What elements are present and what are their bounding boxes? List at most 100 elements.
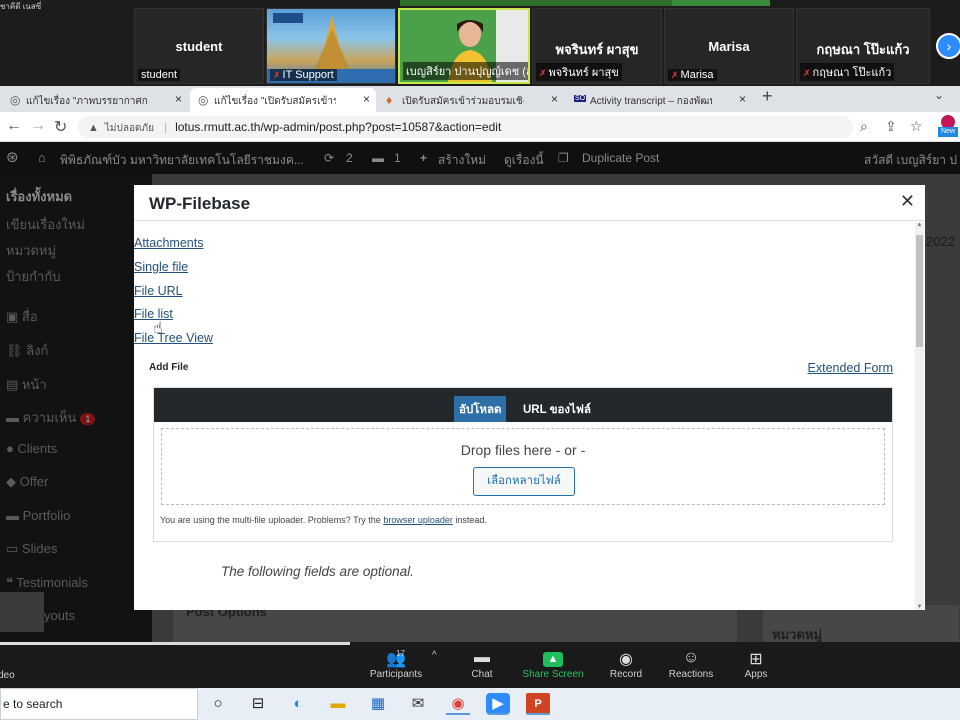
omnibox[interactable]: ▲ ไม่ปลอดภัย | lotus.rmutt.ac.th/wp-admin/p… (78, 116, 853, 138)
scroll-down-arrow-icon[interactable]: ▼ (915, 604, 924, 610)
menu-offer[interactable]: ◆ Offer (6, 474, 48, 490)
scroll-up-arrow-icon[interactable]: ▲ (915, 222, 924, 228)
drop-zone[interactable]: Drop files here - or - เลือกหลายไฟล์ (161, 428, 885, 505)
windows-taskbar: e to search ○ ⊟ ◐ ▬ ▦ ✉ ◉ ▶ P (0, 688, 960, 720)
lotus-favicon-icon: ♦ (386, 93, 393, 107)
slides-icon: ▭ (6, 541, 22, 556)
menu-pages[interactable]: ▤ หน้า (6, 374, 47, 395)
menu-comments[interactable]: ▬ ความเห็น 1 (6, 407, 96, 428)
participant-name: พจรินทร์ ผาสุข (555, 42, 639, 57)
browser-tab[interactable]: ♦ เปิดรับสมัครเข้าร่วมอบรมเชิงปฏิบัติการ… (378, 88, 564, 112)
record-button[interactable]: ◉ Record (606, 649, 646, 680)
video-control-label[interactable]: deo (0, 670, 15, 681)
zoom-app-icon[interactable]: ▶ (486, 693, 510, 715)
taskbar-search-box[interactable]: e to search (0, 688, 198, 720)
new-tab-plus-icon[interactable]: + (762, 86, 773, 107)
chat-button[interactable]: ▬ Chat (466, 649, 498, 680)
modal-scrollbar[interactable]: ▲ ▼ (915, 222, 924, 610)
apps-button[interactable]: ⊞ Apps (740, 649, 772, 680)
close-tab-icon[interactable]: × (739, 92, 746, 106)
mail-icon[interactable]: ✉ (406, 693, 430, 715)
microsoft-store-icon[interactable]: ▦ (366, 693, 390, 715)
participant-tile-video[interactable]: ✗ IT Support (266, 8, 396, 84)
participant-tile[interactable]: กฤษณา โป๊ะแก้ว ✗ กฤษณา โป๊ะแก้ว (796, 8, 930, 84)
reactions-button[interactable]: ☺ Reactions (666, 649, 716, 680)
admin-view-link[interactable]: ดูเรื่องนี้ (504, 151, 544, 170)
task-view-icon[interactable]: ⊟ (246, 693, 270, 715)
media-icon: ▣ (6, 309, 22, 324)
menu-testimonials[interactable]: ❝ Testimonials (6, 575, 88, 591)
zoom-view-options-button[interactable] (672, 0, 770, 6)
browser-tab[interactable]: SO Activity transcript – กองพัฒนานักศึก … (566, 88, 752, 112)
tab-search-chevron-icon[interactable]: ⌄ (934, 88, 944, 102)
comment-bubble-icon[interactable]: ▬ (372, 151, 384, 165)
menu-links[interactable]: ⛓ ลิงก์ (6, 340, 48, 361)
back-arrow-icon[interactable]: ← (6, 117, 22, 135)
updates-icon[interactable]: ⟳ (324, 151, 334, 165)
modal-header: WP-Filebase ✕ (134, 185, 925, 221)
file-tree-view-link[interactable]: File Tree View (134, 331, 213, 345)
menu-categories[interactable]: หมวดหมู่ (6, 240, 56, 261)
menu-all-posts[interactable]: เรื่องทั้งหมด (6, 186, 72, 207)
plus-icon[interactable]: + (420, 151, 427, 165)
file-explorer-icon[interactable]: ▬ (326, 693, 350, 715)
select-files-button[interactable]: เลือกหลายไฟล์ (473, 467, 575, 496)
warning-triangle-icon: ▲ (88, 122, 99, 134)
page-icon: ▤ (6, 377, 22, 392)
menu-layouts[interactable]: youts (44, 608, 75, 623)
participant-tile[interactable]: พจรินทร์ ผาสุข ✗ พจรินทร์ ผาสุข (532, 8, 662, 84)
browser-tab[interactable]: ◎ แก้ไขเรื่อง "ภาพบรรยากาศการอบรมเชิง × (2, 88, 188, 112)
cortana-circle-icon[interactable]: ○ (206, 693, 230, 715)
powerpoint-icon[interactable]: P (526, 693, 550, 715)
menu-new-post[interactable]: เขียนเรื่องใหม่ (6, 214, 85, 235)
reload-icon[interactable]: ↻ (54, 117, 67, 137)
share-screen-icon: ▲ (522, 649, 584, 669)
tab-title: แก้ไขเรื่อง "เปิดรับสมัครเข้าร่วมอบรมเชิ (214, 96, 336, 107)
close-icon[interactable]: ✕ (900, 191, 915, 212)
admin-new-link[interactable]: สร้างใหม่ (438, 151, 486, 170)
menu-slides[interactable]: ▭ Slides (6, 541, 57, 557)
participant-tile[interactable]: student student (134, 8, 264, 84)
share-icon[interactable]: ⇪ (885, 118, 897, 135)
browser-tab-bar: ◎ แก้ไขเรื่อง "ภาพบรรยากาศการอบรมเชิง × … (0, 86, 960, 112)
scrollbar-thumb[interactable] (916, 235, 923, 347)
close-tab-icon[interactable]: × (363, 92, 370, 106)
zoom-control-bar: deo 👥 17 Participants ^ ▬ Chat ▲ Share S… (0, 642, 960, 688)
menu-media[interactable]: ▣ สื่อ (6, 306, 38, 327)
bookmark-star-icon[interactable]: ☆ (910, 118, 923, 135)
participants-caret-icon[interactable]: ^ (432, 650, 437, 661)
single-file-link[interactable]: Single file (134, 260, 188, 274)
menu-portfolio[interactable]: ▬ Portfolio (6, 508, 70, 523)
edge-browser-icon[interactable]: ◐ (286, 693, 310, 715)
admin-greeting[interactable]: สวัสดี เบญสิร์ยา ป (864, 151, 957, 170)
profile-new-badge[interactable]: New (938, 115, 958, 139)
file-url-link[interactable]: File URL (134, 284, 183, 298)
share-screen-button[interactable]: ▲ Share Screen (522, 649, 584, 680)
next-page-arrow-icon[interactable]: › (936, 33, 960, 59)
browser-uploader-link[interactable]: browser uploader (383, 515, 453, 525)
participants-button[interactable]: 👥 17 Participants (368, 649, 424, 680)
forward-arrow-icon[interactable]: → (30, 117, 46, 135)
zoom-magnifier-icon[interactable]: ⌕ (860, 118, 868, 135)
chrome-icon[interactable]: ◉ (446, 693, 470, 715)
tab-title: เปิดรับสมัครเข้าร่วมอบรมเชิงปฏิบัติการ (402, 96, 524, 107)
upload-tab[interactable]: อัปโหลด (454, 396, 507, 422)
browser-tab-active[interactable]: ◎ แก้ไขเรื่อง "เปิดรับสมัครเข้าร่วมอบรมเ… (190, 88, 376, 112)
close-tab-icon[interactable]: × (551, 92, 558, 106)
participant-tile-active-speaker[interactable]: เบญสิร์ยา ปานปุญญ์เดช (สวส) (398, 8, 530, 84)
offer-tag-icon: ◆ (6, 474, 20, 489)
close-tab-icon[interactable]: × (175, 92, 182, 106)
extended-form-link[interactable]: Extended Form (808, 361, 893, 375)
home-icon[interactable]: ⌂ (38, 150, 46, 165)
duplicate-post-link[interactable]: Duplicate Post (582, 151, 659, 165)
file-url-tab[interactable]: URL ของไฟล์ (518, 396, 596, 422)
zoom-notification-banner (400, 0, 700, 6)
admin-site-name[interactable]: พิพิธภัณฑ์บัว มหาวิทยาลัยเทคโนโลยีราชมงค… (60, 151, 304, 170)
hand-pointer-icon: ☝ (153, 320, 163, 337)
comments-badge: 1 (80, 413, 96, 425)
menu-clients[interactable]: ● Clients (6, 441, 57, 456)
wordpress-logo-icon[interactable]: ⊛ (6, 148, 19, 166)
attachments-link[interactable]: Attachments (134, 236, 203, 250)
menu-tags[interactable]: ป้ายกำกับ (6, 266, 60, 287)
participant-tile[interactable]: Marisa ✗ Marisa (664, 8, 794, 84)
